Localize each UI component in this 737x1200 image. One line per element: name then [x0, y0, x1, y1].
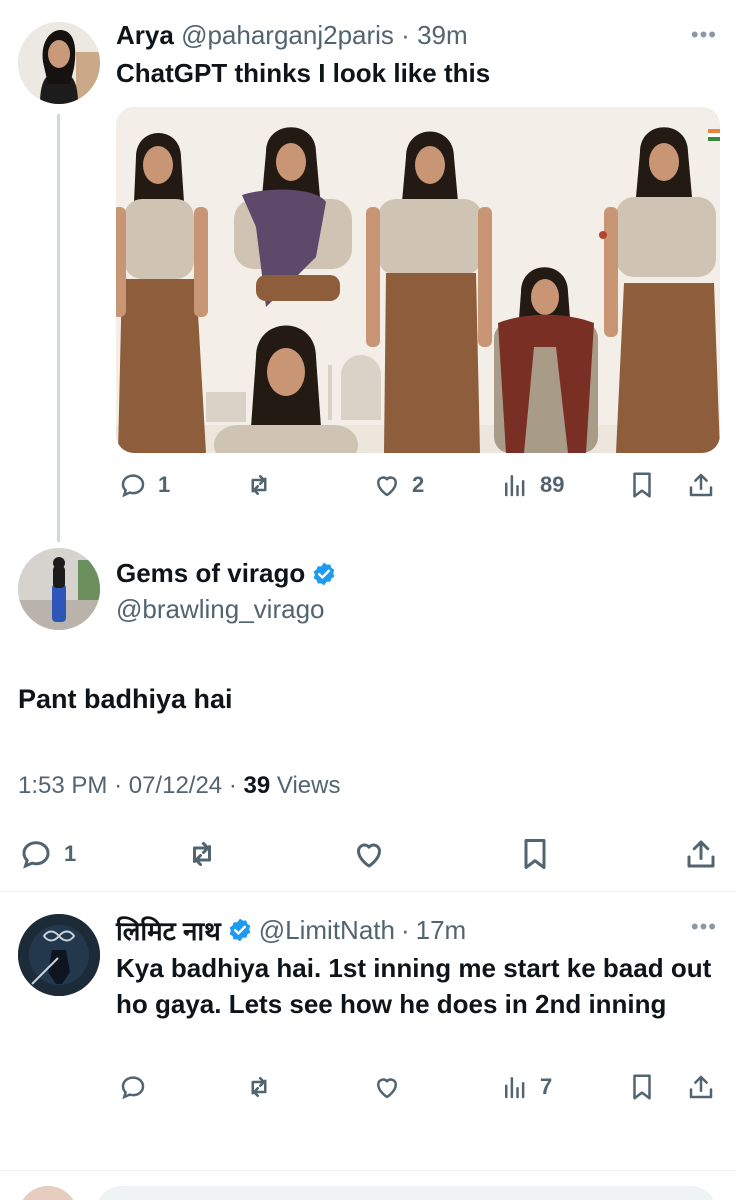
author-name[interactable]: लिमिट नाथ	[116, 912, 221, 948]
views-count: 7	[540, 1074, 553, 1099]
retweet-icon	[193, 842, 211, 866]
share-button[interactable]	[683, 836, 719, 872]
heart-icon	[377, 1078, 397, 1099]
avatar[interactable]	[18, 22, 100, 104]
like-button[interactable]: 2	[372, 470, 424, 500]
author-name[interactable]: Arya	[116, 20, 174, 50]
reply-button[interactable]: 1	[118, 470, 170, 500]
retweet-button[interactable]	[244, 1072, 274, 1102]
reply-button[interactable]	[118, 1072, 148, 1102]
heart-icon	[357, 843, 381, 868]
divider	[0, 1170, 737, 1171]
tweet-text: ChatGPT thinks I look like this	[116, 58, 491, 88]
author-name[interactable]: Gems of virago	[116, 558, 305, 589]
verified-badge-icon	[313, 562, 335, 585]
separator: ·	[401, 20, 410, 50]
bookmark-icon	[633, 472, 651, 498]
reply-count: 1	[64, 841, 77, 866]
tweet-text: Pant badhiya hai	[18, 684, 233, 714]
retweet-button[interactable]	[244, 470, 284, 500]
views-button[interactable]: 7	[500, 1072, 552, 1102]
bookmark-button[interactable]	[517, 836, 553, 872]
tweet-header: लिमिट नाथ @LimitNath · 17m	[116, 912, 466, 948]
bookmark-button[interactable]	[627, 470, 657, 500]
analytics-icon	[505, 475, 525, 497]
tweet-metadata: 1:53 PM · 07/12/24 · 39 Views	[18, 772, 340, 800]
tweet-time[interactable]: 1:53 PM	[18, 772, 107, 799]
reply-count: 1	[158, 472, 171, 497]
bookmark-icon	[524, 839, 546, 869]
like-button[interactable]	[372, 1072, 402, 1102]
reply-icon	[121, 1076, 145, 1100]
tweet-time[interactable]: 17m	[416, 915, 467, 946]
views-count: 39	[243, 772, 271, 799]
divider	[0, 891, 737, 892]
author-handle[interactable]: @brawling_virago	[116, 594, 325, 625]
views-button[interactable]: 89	[500, 470, 564, 500]
avatar[interactable]	[18, 914, 100, 996]
retweet-icon	[251, 475, 267, 495]
reply-button[interactable]: 1	[18, 836, 76, 872]
share-icon	[687, 840, 715, 868]
avatar[interactable]	[18, 548, 100, 630]
more-options-icon[interactable]: •••	[691, 22, 717, 48]
bookmark-icon	[633, 1074, 651, 1100]
more-options-icon[interactable]: •••	[691, 914, 717, 940]
retweet-icon	[251, 1077, 267, 1097]
tweet-image[interactable]	[116, 107, 720, 453]
like-button[interactable]	[351, 836, 387, 872]
share-button[interactable]	[686, 1072, 716, 1102]
reply-icon	[22, 841, 50, 869]
analytics-icon	[505, 1077, 525, 1099]
separator: ·	[228, 772, 237, 799]
share-button[interactable]	[686, 470, 716, 500]
author-handle[interactable]: @paharganj2paris	[181, 20, 394, 50]
heart-icon	[377, 476, 397, 497]
separator: ·	[114, 772, 123, 799]
tweet-text: Kya badhiya hai. 1st inning me start ke …	[116, 953, 712, 1019]
reply-input[interactable]	[96, 1186, 716, 1200]
author-handle[interactable]: @LimitNath	[259, 915, 395, 946]
separator: ·	[400, 914, 410, 945]
author-name-row[interactable]: Gems of virago	[116, 558, 337, 589]
tweet-header: Arya @paharganj2paris · 39m	[116, 20, 468, 51]
retweet-button[interactable]	[184, 836, 220, 872]
tweet-time[interactable]: 39m	[417, 20, 468, 50]
thread-line	[57, 114, 60, 542]
tweet-date[interactable]: 07/12/24	[129, 772, 222, 799]
verified-badge-icon	[229, 918, 251, 942]
bookmark-button[interactable]	[627, 1072, 657, 1102]
reply-icon	[121, 474, 145, 498]
views-count: 89	[540, 472, 565, 497]
views-label: Views	[276, 772, 341, 799]
like-count: 2	[412, 472, 425, 497]
current-user-avatar[interactable]	[18, 1186, 78, 1200]
share-icon	[689, 1075, 713, 1099]
share-icon	[689, 473, 713, 497]
